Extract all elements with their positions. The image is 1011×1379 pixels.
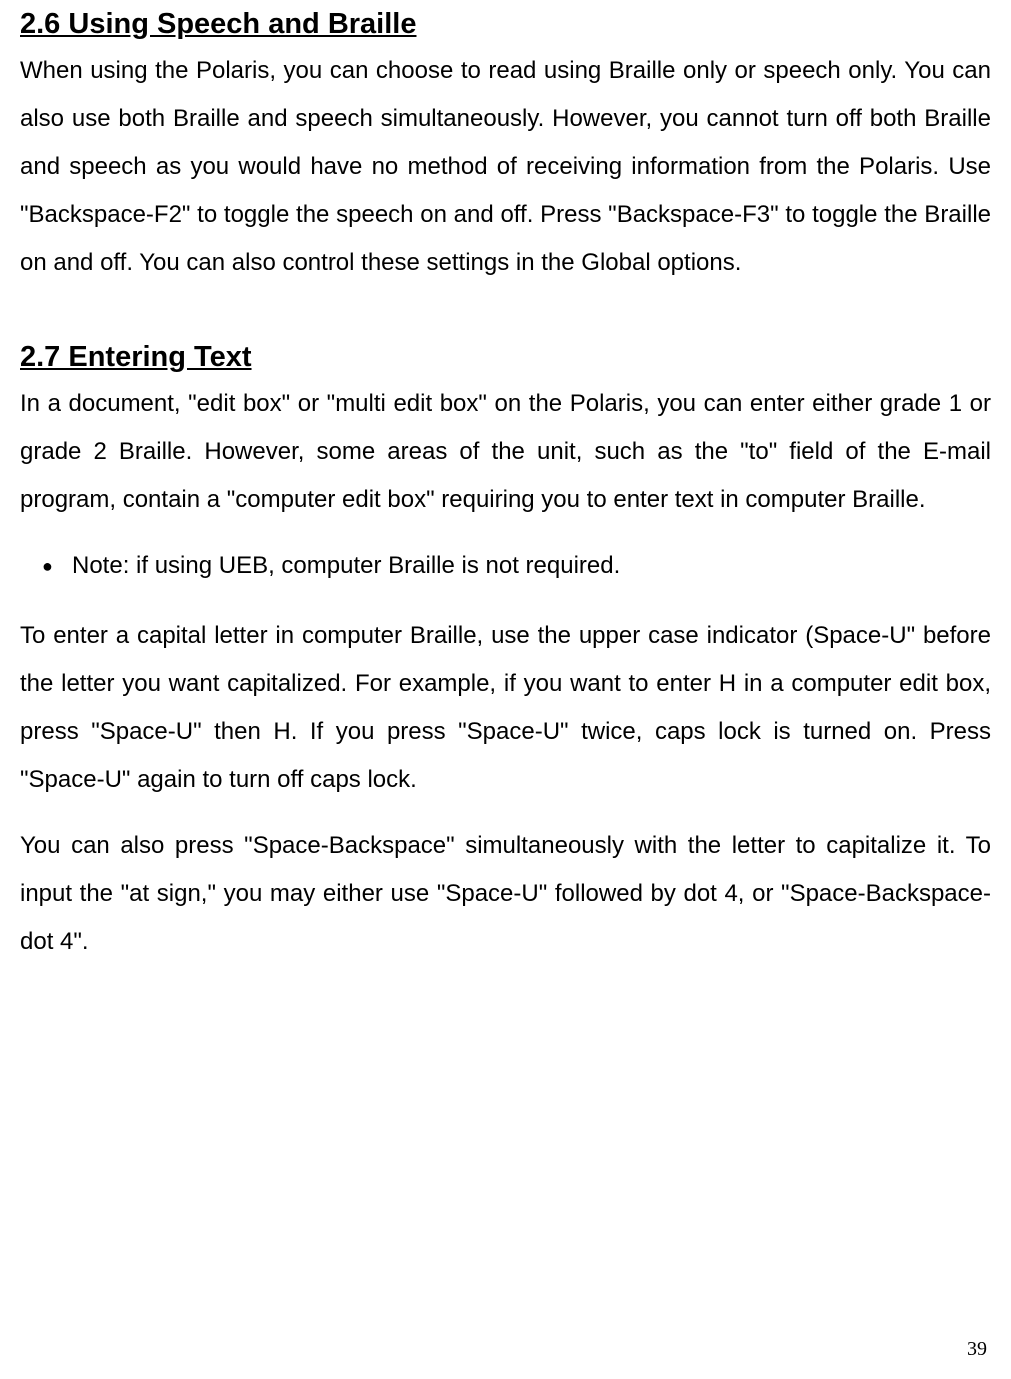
section-2-6-heading: 2.6 Using Speech and Braille [20,8,991,41]
section-2-7-paragraph-2: To enter a capital letter in computer Br… [20,612,991,804]
section-2-7-bullet-list: Note: if using UEB, computer Braille is … [20,542,991,590]
section-gap [20,305,991,341]
section-2-7-paragraph-3: You can also press "Space-Backspace" sim… [20,822,991,966]
section-2-7-paragraph-1: In a document, "edit box" or "multi edit… [20,380,991,524]
section-2-6-paragraph-1: When using the Polaris, you can choose t… [20,47,991,287]
page-number: 39 [967,1338,987,1361]
section-2-7-bullet-1: Note: if using UEB, computer Braille is … [72,542,991,590]
section-2-7-heading: 2.7 Entering Text [20,341,991,374]
